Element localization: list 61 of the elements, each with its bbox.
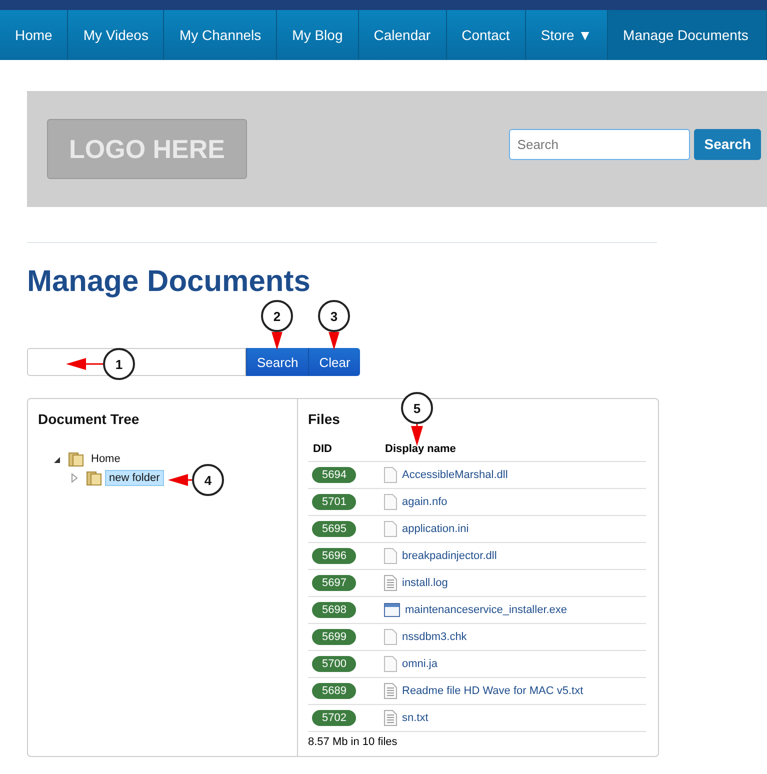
file-link[interactable]: sn.txt	[402, 712, 428, 724]
nav-item[interactable]: My Channels	[164, 10, 278, 60]
file-link[interactable]: maintenanceservice_installer.exe	[405, 604, 568, 616]
id-badge: 5695	[312, 521, 356, 537]
logo: LOGO HERE	[47, 119, 247, 179]
clear-button[interactable]: Clear	[308, 348, 360, 376]
file-link[interactable]: application.ini	[402, 523, 469, 535]
callout-number: 5	[401, 392, 433, 424]
text-file-icon	[384, 710, 397, 726]
callout-number: 3	[318, 300, 350, 332]
search-button[interactable]: Search	[694, 128, 761, 160]
blank-file-icon	[384, 521, 397, 537]
nav-item[interactable]: My Blog	[277, 10, 359, 60]
id-badge: 5701	[312, 494, 356, 510]
id-badge: 5698	[312, 602, 356, 618]
id-badge: 5699	[312, 629, 356, 645]
id-badge: 5694	[312, 467, 356, 483]
file-link[interactable]: nssdbm3.chk	[402, 631, 467, 643]
nav-item[interactable]: Contact	[446, 10, 526, 60]
pointer-arrow	[270, 332, 284, 350]
column-header: Display name	[380, 439, 646, 462]
nav-item[interactable]: Calendar	[358, 10, 447, 60]
column-header: DID	[308, 439, 380, 462]
panel-title: Document Tree	[38, 411, 140, 427]
folder-icon	[86, 470, 102, 486]
blank-file-icon	[384, 467, 397, 483]
file-link[interactable]: Readme file HD Wave for MAC v5.txt	[402, 685, 584, 697]
search-button[interactable]: Search	[246, 348, 308, 376]
id-badge: 5696	[312, 548, 356, 564]
id-badge: 5702	[312, 710, 356, 726]
nav-item[interactable]: Home	[0, 10, 68, 60]
page-title: Manage Documents	[27, 265, 312, 299]
tree-item[interactable]: new folder	[105, 470, 164, 486]
file-link[interactable]: install.log	[402, 577, 448, 589]
id-badge: 5700	[312, 656, 356, 672]
pointer-arrow	[168, 473, 192, 487]
callout-number: 4	[192, 464, 224, 496]
files-summary: 8.57 Mb in 10 files	[308, 736, 398, 748]
blank-file-icon	[384, 656, 397, 672]
text-file-icon	[384, 575, 397, 591]
file-link[interactable]: again.nfo	[402, 496, 448, 508]
blank-file-icon	[384, 494, 397, 510]
file-link[interactable]: AccessibleMarshal.dll	[402, 469, 508, 481]
file-link[interactable]: omni.ja	[402, 658, 438, 670]
pointer-arrow	[327, 332, 341, 350]
nav-item[interactable]: Manage Documents	[608, 10, 767, 60]
blank-file-icon	[384, 548, 397, 564]
search-field[interactable]: Search	[509, 128, 690, 160]
folder-icon	[68, 450, 84, 466]
blank-file-icon	[384, 629, 397, 645]
id-badge: 5689	[312, 683, 356, 699]
pointer-arrow	[66, 357, 103, 371]
file-link[interactable]: breakpadinjector.dll	[402, 550, 497, 562]
id-badge: 5697	[312, 575, 356, 591]
text-file-icon	[384, 683, 397, 699]
window-icon	[384, 603, 400, 617]
callout-number: 2	[261, 300, 293, 332]
pointer-arrow	[410, 424, 424, 446]
tree-item[interactable]: Home	[87, 450, 124, 466]
panel-title: Files	[308, 411, 341, 427]
nav-item[interactable]: My Videos	[68, 10, 164, 60]
